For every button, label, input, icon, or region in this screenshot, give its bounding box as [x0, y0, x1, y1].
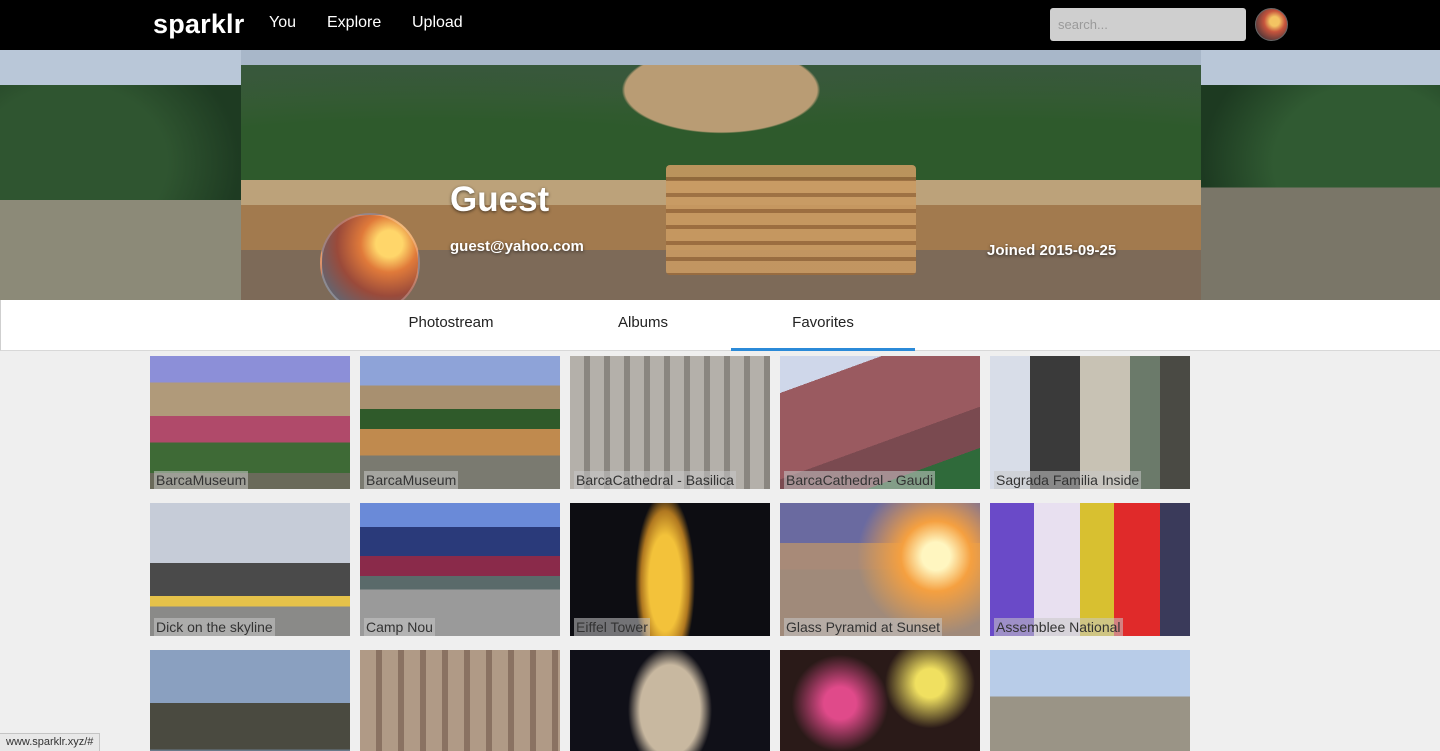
photo-tile[interactable]: Eiffel Tower	[570, 503, 770, 636]
photo-caption: BarcaCathedral - Gaudi	[784, 471, 936, 489]
search-input[interactable]	[1050, 8, 1246, 41]
tab-photostream[interactable]: Photostream	[371, 300, 531, 351]
nav-link-upload[interactable]: Upload	[412, 14, 463, 32]
photo-tile[interactable]: Glass Pyramid at Sunset	[780, 503, 980, 636]
cover-photo-fountain	[666, 165, 916, 275]
profile-joined-date: Joined 2015-09-25	[987, 242, 1117, 259]
profile-tab-bar: Photostream Albums Favorites	[0, 300, 1440, 351]
photo-caption: Eiffel Tower	[574, 618, 650, 636]
cover-photo-left-repeat	[0, 50, 241, 300]
nav-link-you[interactable]: You	[269, 14, 296, 32]
profile-email: guest@yahoo.com	[450, 238, 584, 255]
photo-caption: BarcaMuseum	[154, 471, 249, 489]
photo-caption: Sagrada Familia Inside	[994, 471, 1142, 489]
photo-caption: Assemblee National	[994, 618, 1123, 636]
photo-caption: BarcaMuseum	[364, 471, 459, 489]
tab-albums[interactable]: Albums	[563, 300, 723, 351]
user-avatar[interactable]	[1255, 8, 1288, 41]
photo-tile[interactable]: Sagrada Familia Inside	[990, 356, 1190, 489]
photo-caption: Dick on the skyline	[154, 618, 275, 636]
top-nav: sparklr You Explore Upload	[0, 0, 1440, 50]
photo-caption: Glass Pyramid at Sunset	[784, 618, 943, 636]
photo-tile[interactable]	[990, 650, 1190, 751]
photo-tile[interactable]: BarcaMuseum	[360, 356, 560, 489]
photo-tile[interactable]: BarcaMuseum	[150, 356, 350, 489]
tab-favorites[interactable]: Favorites	[731, 300, 915, 351]
photo-tile[interactable]	[570, 650, 770, 751]
nav-link-explore[interactable]: Explore	[327, 14, 381, 32]
browser-status-url: www.sparklr.xyz/#	[0, 733, 101, 751]
photo-tile[interactable]: BarcaCathedral - Basilica	[570, 356, 770, 489]
photo-tile[interactable]: Assemblee National	[990, 503, 1190, 636]
cover-photo-right-repeat	[1201, 50, 1440, 300]
photo-tile[interactable]: BarcaCathedral - Gaudi	[780, 356, 980, 489]
photo-tile[interactable]: Camp Nou	[360, 503, 560, 636]
logo[interactable]: sparklr	[153, 9, 244, 40]
photo-caption: BarcaCathedral - Basilica	[574, 471, 736, 489]
photo-tile[interactable]: Dick on the skyline	[150, 503, 350, 636]
photo-tile[interactable]	[360, 650, 560, 751]
photo-caption: Camp Nou	[364, 618, 435, 636]
photo-tile[interactable]	[150, 650, 350, 751]
cover-photo: Guest guest@yahoo.com Joined 2015-09-25	[0, 50, 1440, 300]
profile-name: Guest	[450, 180, 550, 219]
photo-tile[interactable]	[780, 650, 980, 751]
